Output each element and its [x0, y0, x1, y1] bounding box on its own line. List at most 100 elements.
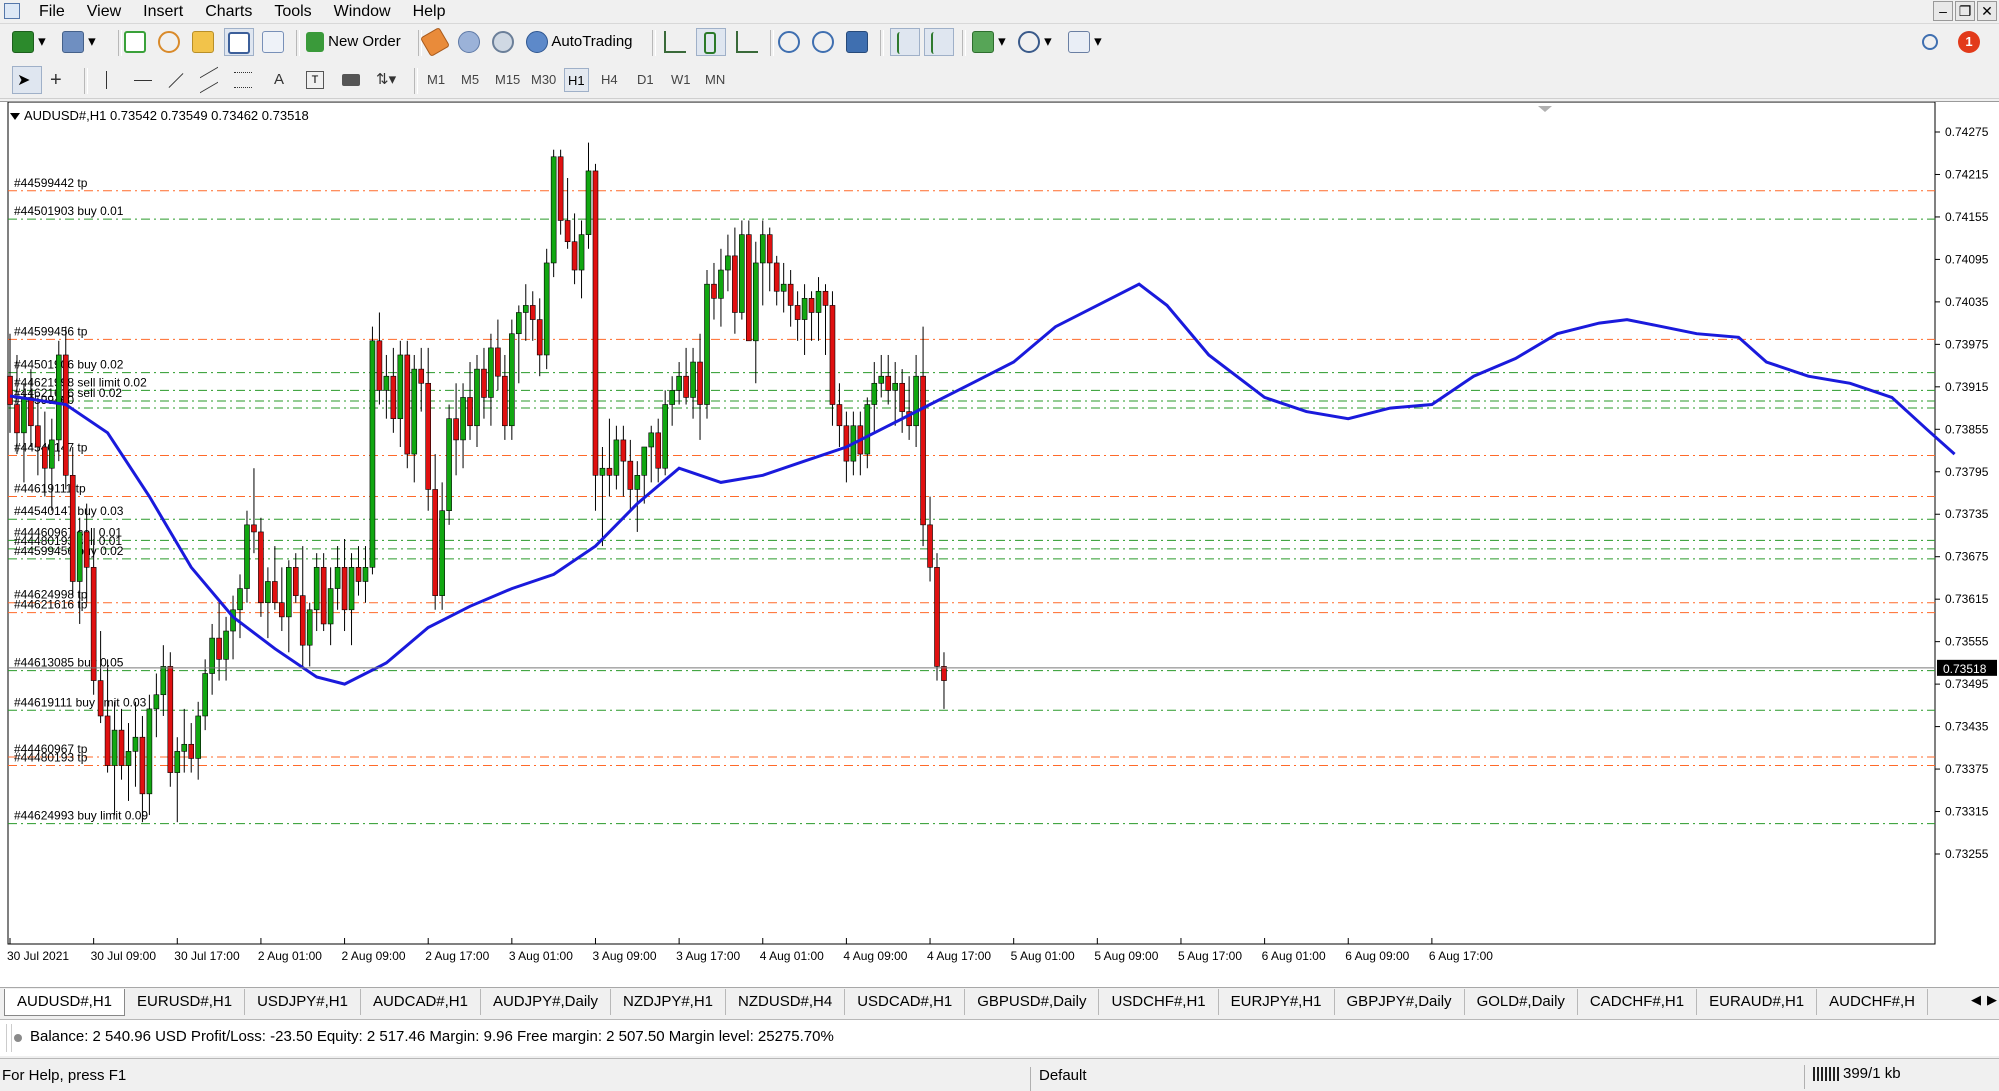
- price-chart[interactable]: #44599442 tp #44501903 buy 0.01 #44599456 …: [0, 102, 1999, 987]
- chart-window[interactable]: #44599442 tp #44501903 buy 0.01 #44599456 …: [0, 101, 1999, 987]
- metaeditor-button[interactable]: [419, 27, 451, 58]
- candlestick-button[interactable]: [696, 28, 726, 56]
- terminal-grip[interactable]: [6, 1024, 12, 1052]
- y-tick-label: 0.73855: [1945, 422, 1989, 436]
- menu-view[interactable]: View: [76, 1, 132, 22]
- close-button[interactable]: ✕: [1977, 1, 1997, 21]
- timeframe-w1[interactable]: W1: [668, 68, 694, 92]
- arrows-button[interactable]: [342, 66, 360, 94]
- bar-chart-button[interactable]: [664, 28, 686, 56]
- terminal-account-strip: Balance: 2 540.96 USD Profit/Loss: -23.5…: [0, 1019, 1999, 1056]
- menu-file[interactable]: File: [28, 1, 76, 22]
- objects-dropdown-button[interactable]: ⇅▾: [376, 66, 396, 94]
- chart-tab[interactable]: EURJPY#,H1: [1219, 989, 1335, 1015]
- chart-tab[interactable]: USDCHF#,H1: [1099, 989, 1219, 1015]
- terminal-button[interactable]: [224, 28, 254, 56]
- collapse-arrow-icon[interactable]: [10, 113, 20, 121]
- chart-tab[interactable]: AUDCAD#,H1: [361, 989, 481, 1015]
- vertical-line-button[interactable]: [106, 66, 107, 94]
- market-watch-icon: [124, 31, 146, 54]
- minimize-button[interactable]: –: [1933, 1, 1953, 21]
- chart-shift-button[interactable]: [924, 28, 954, 56]
- connection-status[interactable]: 399/1 kb: [1804, 1065, 1901, 1089]
- profiles-button[interactable]: ▾: [62, 28, 96, 56]
- candle-body: [28, 397, 34, 427]
- app-icon: [4, 3, 20, 19]
- timeframe-mn[interactable]: MN: [702, 68, 728, 92]
- timeframe-m1[interactable]: M1: [424, 68, 448, 92]
- chart-tab[interactable]: AUDUSD#,H1: [4, 989, 126, 1016]
- new-order-button[interactable]: New Order: [306, 28, 401, 56]
- menu-insert[interactable]: Insert: [132, 1, 194, 22]
- chart-tab[interactable]: GBPJPY#,Daily: [1335, 989, 1465, 1015]
- line-chart-button[interactable]: [736, 28, 758, 56]
- menu-help[interactable]: Help: [402, 1, 457, 22]
- shape-icon: [342, 74, 360, 87]
- chart-tab[interactable]: CADCHF#,H1: [1578, 989, 1698, 1015]
- y-tick-label: 0.73315: [1945, 805, 1989, 819]
- candle-body: [550, 156, 557, 264]
- data-window-button[interactable]: [158, 28, 180, 56]
- text-label-icon: T: [306, 71, 324, 90]
- y-tick-label: 0.73675: [1945, 550, 1989, 564]
- chart-tabs: AUDUSD#,H1 EURUSD#,H1 USDJPY#,H1 AUDCAD#,H1…: [4, 989, 1928, 1016]
- horizontal-line-button[interactable]: [134, 66, 152, 94]
- chart-tab[interactable]: GOLD#,Daily: [1465, 989, 1578, 1015]
- navigator-button[interactable]: [192, 28, 214, 56]
- menu-tools[interactable]: Tools: [263, 1, 322, 22]
- account-status-icon: [14, 1034, 22, 1042]
- autotrading-button[interactable]: AutoTrading: [526, 28, 633, 56]
- market-button[interactable]: [492, 28, 514, 56]
- chart-tab[interactable]: GBPUSD#,Daily: [965, 989, 1100, 1015]
- crosshair-button[interactable]: +: [50, 66, 62, 94]
- candle-body: [83, 531, 90, 568]
- search-button[interactable]: [1922, 28, 1938, 56]
- timeframe-m15[interactable]: M15: [492, 68, 523, 92]
- auto-scroll-button[interactable]: [890, 28, 920, 56]
- text-button[interactable]: A: [274, 66, 284, 94]
- tab-scroll-left-icon[interactable]: ◀: [1971, 992, 1981, 1008]
- chart-tab[interactable]: NZDUSD#,H4: [726, 989, 846, 1015]
- indicators-button[interactable]: ▾: [972, 28, 1006, 56]
- zoom-out-button[interactable]: [812, 28, 834, 56]
- chart-shift-icon: [931, 32, 945, 55]
- new-chart-button[interactable]: ▾: [12, 28, 46, 56]
- chart-tab[interactable]: USDJPY#,H1: [245, 989, 361, 1015]
- candle-body: [42, 446, 48, 469]
- candle-body: [836, 404, 843, 427]
- signals-button[interactable]: [458, 28, 480, 56]
- strategy-tester-button[interactable]: [262, 28, 284, 56]
- text-label-button[interactable]: T: [306, 66, 324, 94]
- candle-body: [223, 630, 229, 660]
- timeframe-h1[interactable]: H1: [564, 68, 589, 92]
- candle-body: [425, 382, 432, 490]
- market-watch-button[interactable]: [124, 28, 146, 56]
- equidistant-channel-button[interactable]: [200, 66, 218, 94]
- timeframe-m5[interactable]: M5: [458, 68, 482, 92]
- periods-button[interactable]: ▾: [1018, 28, 1052, 56]
- timeframe-m30[interactable]: M30: [528, 68, 559, 92]
- clock-icon: [1018, 31, 1040, 54]
- tile-windows-button[interactable]: [846, 28, 868, 56]
- chart-tab[interactable]: AUDCHF#,H: [1817, 989, 1928, 1015]
- menu-charts[interactable]: Charts: [194, 1, 263, 22]
- chart-tab[interactable]: EURUSD#,H1: [125, 989, 246, 1015]
- tab-scroll-right-icon[interactable]: ▶: [1987, 992, 1997, 1008]
- timeframe-h4[interactable]: H4: [598, 68, 621, 92]
- chart-tab[interactable]: NZDJPY#,H1: [611, 989, 727, 1015]
- templates-button[interactable]: ▾: [1068, 28, 1102, 56]
- autotrading-icon: [526, 31, 548, 54]
- candle-body: [481, 368, 487, 398]
- candle-body: [132, 736, 139, 752]
- chart-tab[interactable]: USDCAD#,H1: [845, 989, 966, 1015]
- timeframe-d1[interactable]: D1: [634, 68, 657, 92]
- fibonacci-button[interactable]: [234, 66, 252, 94]
- chart-tab[interactable]: AUDJPY#,Daily: [481, 989, 611, 1015]
- chart-tab[interactable]: EURAUD#,H1: [1697, 989, 1818, 1015]
- zoom-in-button[interactable]: [778, 28, 800, 56]
- menu-window[interactable]: Window: [323, 1, 402, 22]
- cursor-button[interactable]: ➤: [12, 66, 42, 94]
- notifications-button[interactable]: 1: [1958, 28, 1980, 56]
- trendline-button[interactable]: [166, 66, 186, 94]
- restore-button[interactable]: ❐: [1955, 1, 1975, 21]
